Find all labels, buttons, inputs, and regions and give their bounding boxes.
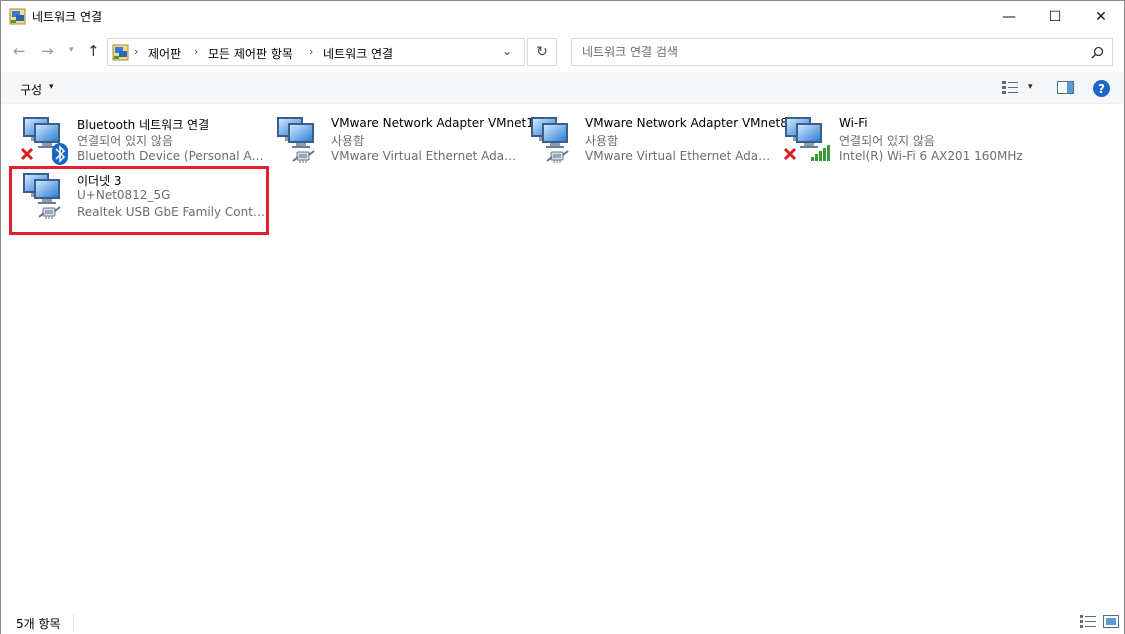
organize-menu[interactable]: 구성 [20, 81, 42, 98]
window-title: 네트워크 연결 [32, 10, 103, 24]
recent-locations-chevron-icon[interactable]: ▾ [69, 45, 74, 55]
change-view-icon[interactable] [1002, 81, 1018, 95]
network-connections-window: 네트워크 연결 — ☐ ✕ ← → ▾ ↑ › 제어판 › 모든 제어판 항목 … [0, 0, 1125, 634]
connection-device: VMware Virtual Ethernet Adapter... [585, 149, 775, 163]
maximize-button[interactable]: ☐ [1032, 1, 1078, 32]
navigation-row: ← → ▾ ↑ › 제어판 › 모든 제어판 항목 › 네트워크 연결 ⌄ ↻ [1, 32, 1124, 72]
back-arrow-icon[interactable]: ← [13, 42, 26, 60]
connection-status: 연결되어 있지 않음 [839, 134, 935, 148]
connection-status: 사용함 [331, 134, 365, 148]
connection-device: Intel(R) Wi-Fi 6 AX201 160MHz [839, 149, 1023, 163]
breadcrumb-all-control-panel-items[interactable]: 모든 제어판 항목 [208, 45, 293, 62]
breadcrumb-control-panel[interactable]: 제어판 [148, 45, 181, 62]
search-box[interactable] [571, 38, 1113, 66]
command-toolbar: 구성 ▾ ▾ ? [1, 72, 1124, 104]
breadcrumb-separator-icon[interactable]: › [194, 45, 198, 58]
search-icon[interactable] [1091, 46, 1104, 59]
highlight-box [9, 166, 269, 235]
network-adapter-icon [783, 113, 830, 161]
network-adapter-icon [20, 113, 68, 165]
organize-dropdown-icon[interactable]: ▾ [49, 82, 54, 92]
status-divider [73, 614, 74, 630]
breadcrumb-network-connections[interactable]: 네트워크 연결 [323, 45, 393, 62]
network-connections-icon [9, 8, 26, 25]
control-panel-icon [112, 44, 129, 61]
connection-item-bluetooth[interactable]: Bluetooth 네트워크 연결 연결되어 있지 않음 Bluetooth D… [13, 109, 267, 165]
network-adapter-icon [527, 113, 569, 164]
up-arrow-icon[interactable]: ↑ [87, 42, 100, 60]
connection-name: VMware Network Adapter VMnet8 [585, 116, 788, 130]
connection-item-vmnet8[interactable]: VMware Network Adapter VMnet8 사용함 VMware… [521, 109, 788, 165]
connection-item-wifi[interactable]: Wi-Fi 연결되어 있지 않음 Intel(R) Wi-Fi 6 AX201 … [775, 109, 1029, 165]
refresh-button[interactable]: ↻ [527, 38, 557, 66]
help-icon[interactable]: ? [1093, 80, 1110, 97]
address-bar[interactable]: › 제어판 › 모든 제어판 항목 › 네트워크 연결 ⌄ [107, 38, 525, 66]
connection-device: VMware Virtual Ethernet Adapter... [331, 149, 521, 163]
network-adapter-icon [273, 113, 315, 164]
details-view-icon[interactable] [1080, 615, 1096, 628]
connection-name: Bluetooth 네트워크 연결 [77, 118, 210, 132]
status-bar: 5개 항목 [1, 610, 1124, 634]
view-options-dropdown-icon[interactable]: ▾ [1028, 82, 1033, 92]
connection-item-vmnet1[interactable]: VMware Network Adapter VMnet1 사용함 VMware… [267, 109, 534, 165]
preview-pane-icon[interactable] [1057, 81, 1074, 94]
connection-status: 연결되어 있지 않음 [77, 134, 173, 148]
forward-arrow-icon[interactable]: → [41, 42, 54, 60]
breadcrumb-separator-icon[interactable]: › [309, 45, 313, 58]
connection-device: Bluetooth Device (Personal Area ... [77, 149, 267, 163]
address-dropdown-chevron-icon[interactable]: ⌄ [502, 44, 512, 58]
connection-name: Wi-Fi [839, 116, 868, 130]
search-input[interactable] [572, 39, 1112, 65]
minimize-button[interactable]: — [986, 1, 1032, 32]
connection-status: 사용함 [585, 134, 619, 148]
connection-name: VMware Network Adapter VMnet1 [331, 116, 534, 130]
close-button[interactable]: ✕ [1078, 1, 1124, 32]
title-bar: 네트워크 연결 — ☐ ✕ [1, 1, 1124, 32]
breadcrumb-separator-icon[interactable]: › [134, 45, 138, 58]
item-count: 5개 항목 [16, 617, 61, 631]
large-icons-view-icon[interactable] [1103, 615, 1119, 628]
